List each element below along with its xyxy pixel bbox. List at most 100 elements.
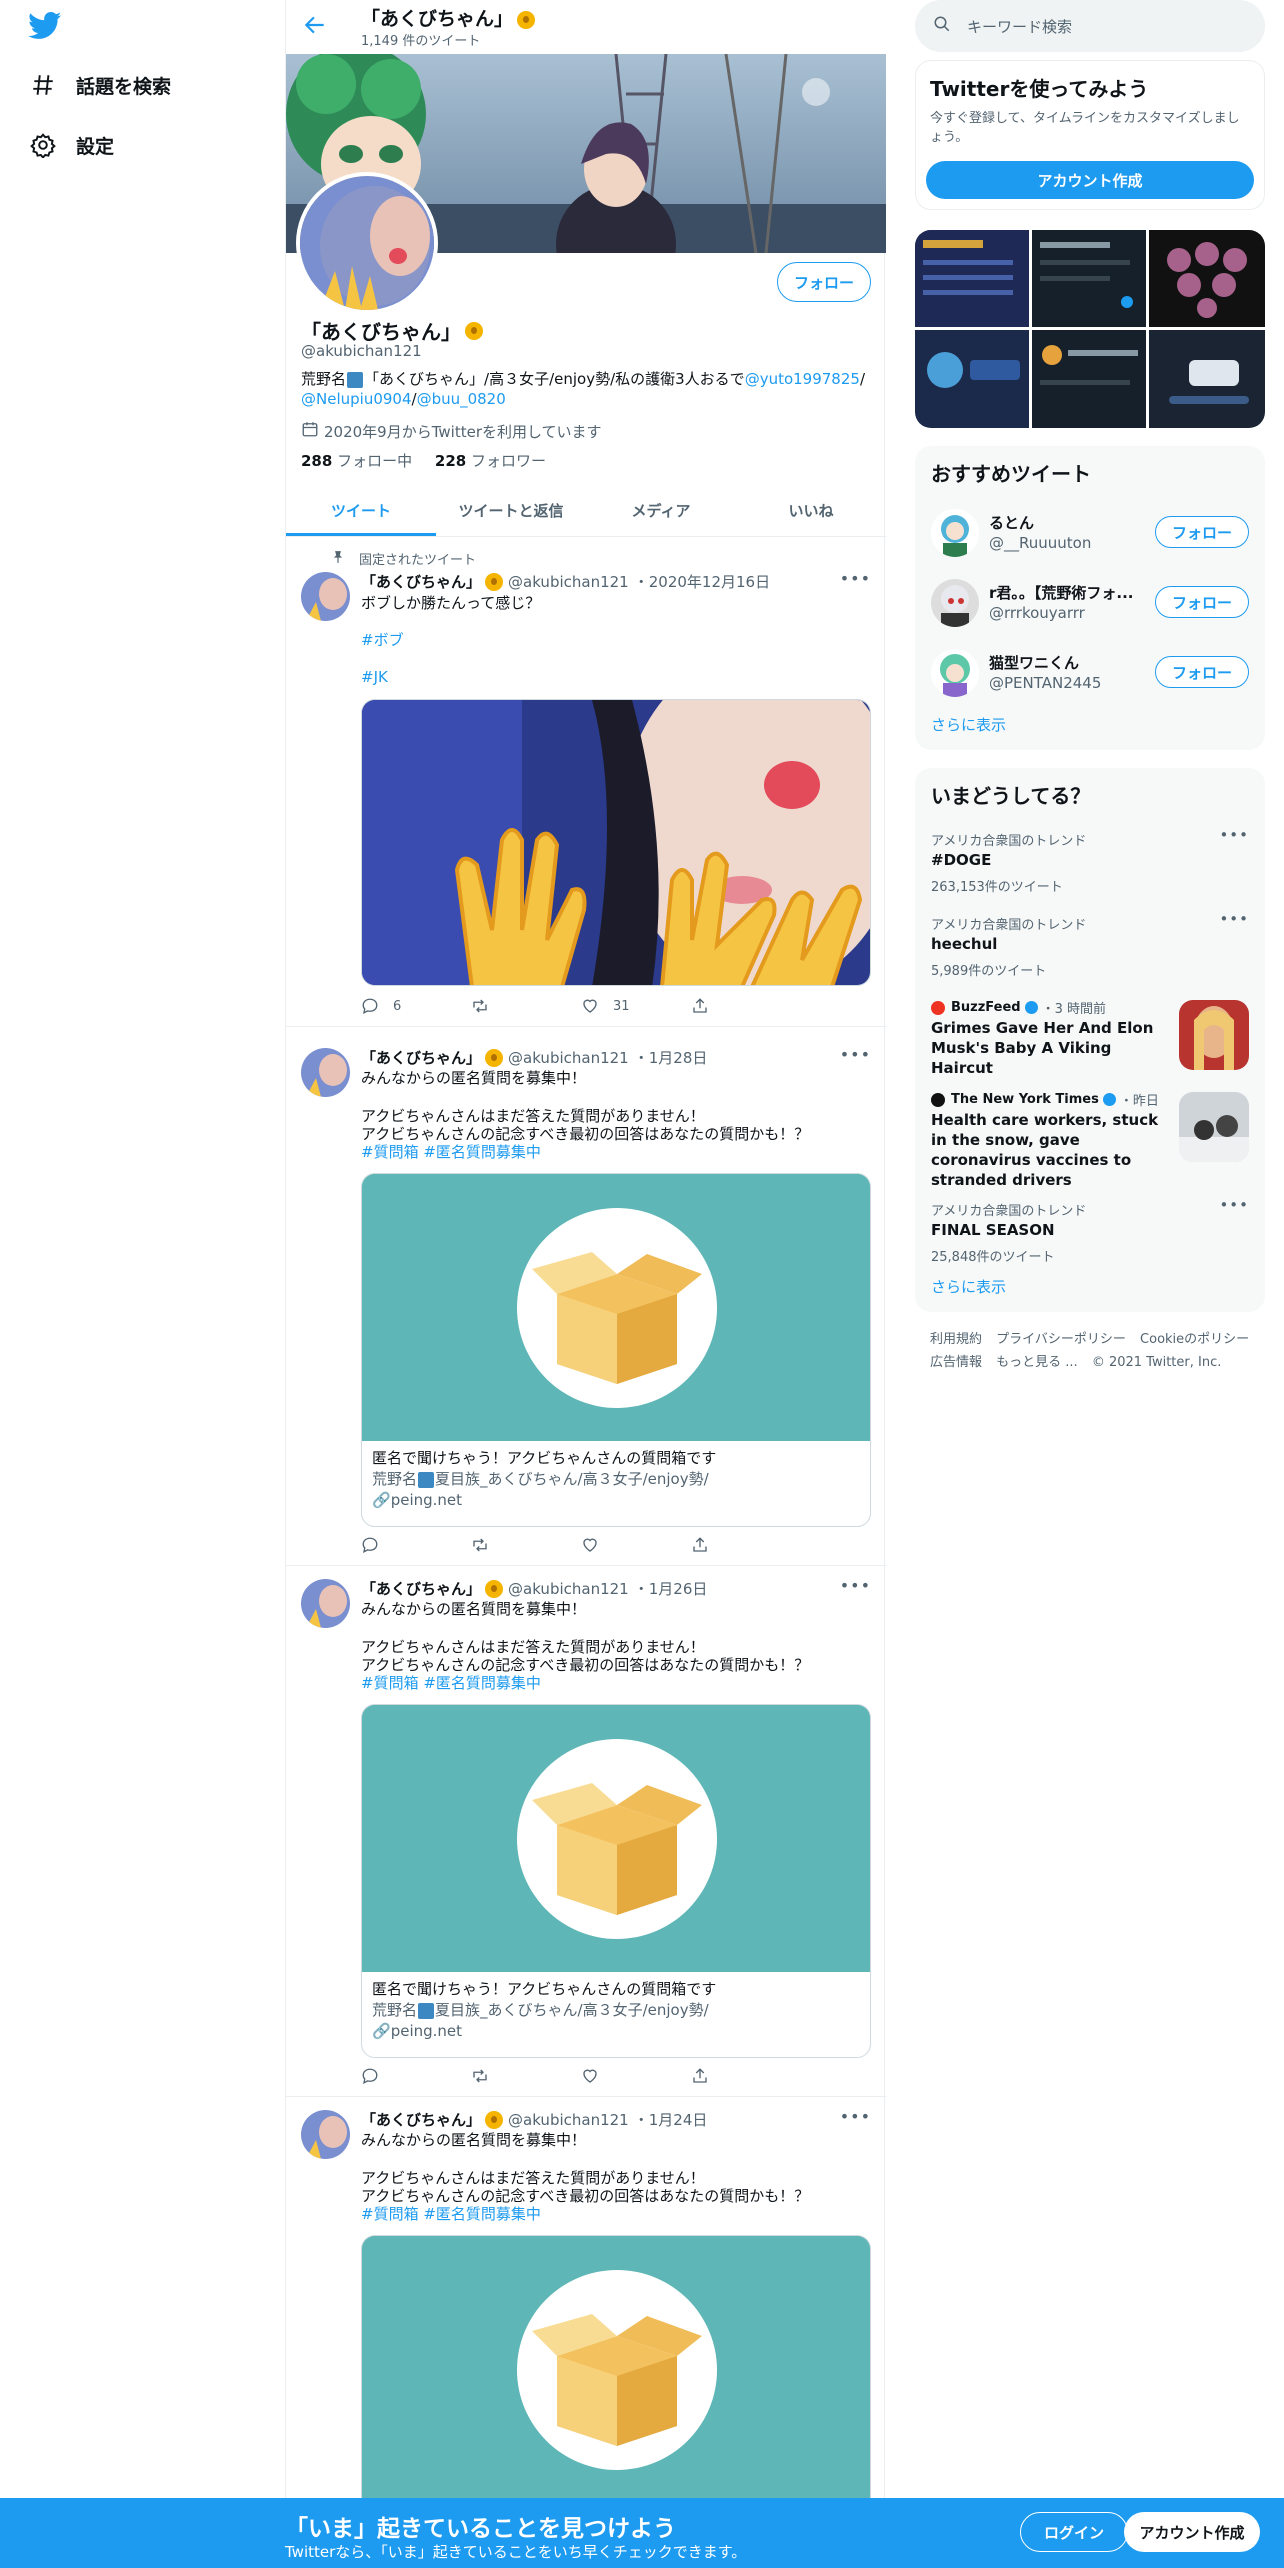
tweet-text: アクビちゃんさんの記念すべき最初の回答はあなたの質問かも！？	[361, 1656, 810, 1674]
link-icon: 🔗	[372, 1491, 391, 1509]
hashtag-link[interactable]: #JK	[361, 668, 871, 687]
suggestion-item[interactable]: 猫型ワニくん @PENTAN2445 フォロー	[915, 638, 1265, 708]
more-options-icon[interactable]: •••	[1219, 910, 1249, 928]
gear-icon	[28, 130, 58, 160]
tab-tweets-replies[interactable]: ツイートと返信	[436, 484, 586, 536]
reply-button[interactable]	[361, 2067, 461, 2085]
left-nav: 話題を検索 設定	[0, 0, 285, 2568]
profile-avatar[interactable]	[296, 172, 438, 314]
media-thumb[interactable]	[1149, 230, 1265, 327]
trend-item[interactable]: アメリカ合衆国のトレンド heechul 5,989件のツイート •••	[915, 904, 1265, 988]
tweet-avatar[interactable]	[301, 572, 350, 621]
follow-button[interactable]: フォロー	[1155, 656, 1249, 688]
nav-settings[interactable]: 設定	[28, 121, 114, 169]
retweet-button[interactable]	[471, 2067, 571, 2085]
footer-link[interactable]: Cookieのポリシー	[1140, 1328, 1249, 1351]
tweet-actions	[361, 2067, 791, 2085]
bio-mention-1[interactable]: @yuto1997825	[745, 370, 860, 388]
tweet-avatar[interactable]	[301, 2110, 350, 2159]
tweet-actions	[361, 1536, 791, 1554]
show-more-link[interactable]: さらに表示	[931, 1276, 1006, 1297]
tab-likes[interactable]: いいね	[736, 484, 886, 536]
link-card[interactable]: 匿名で聞けちゃう！アクビちゃんさんの質問箱です 荒野名 夏目族_あくびちゃん/高３…	[361, 1704, 871, 2058]
more-options-icon[interactable]: •••	[840, 1045, 871, 1064]
share-button[interactable]	[691, 997, 791, 1015]
tweet[interactable]: 「あくびちゃん」 @akubichan121 ・ 1月28日 ••• みんなからの匿…	[286, 1036, 886, 1566]
hand-emoji-icon	[485, 1579, 504, 1598]
link-card[interactable]: 匿名で聞けちゃう！アクビちゃんさんの質問箱です 荒野名 夏目族_あくびちゃん/高３…	[361, 1173, 871, 1527]
reply-button[interactable]: 6	[361, 997, 461, 1015]
more-options-icon[interactable]: •••	[1219, 1196, 1249, 1214]
hashtag-link[interactable]: #質問箱 #匿名質問募集中	[361, 2205, 871, 2224]
link-card[interactable]	[361, 2235, 871, 2535]
tweet-text: アクビちゃんさんの記念すべき最初の回答はあなたの質問かも！？	[361, 1125, 810, 1143]
search-box[interactable]: キーワード検索	[915, 0, 1265, 52]
bio-mention-3[interactable]: @buu_0820	[417, 390, 506, 408]
trend-item[interactable]: アメリカ合衆国のトレンド #DOGE 263,153件のツイート •••	[915, 820, 1265, 904]
login-button[interactable]: ログイン	[1020, 2512, 1128, 2552]
tweet-text: みんなからの匿名質問を募集中！	[361, 2131, 587, 2149]
media-thumb[interactable]	[1032, 230, 1146, 327]
more-options-icon[interactable]: •••	[840, 2107, 871, 2126]
trends-title: いまどうしてる？	[931, 784, 1091, 808]
retweet-button[interactable]	[471, 997, 571, 1015]
followers-stat[interactable]: 228 フォロワー	[435, 452, 546, 470]
tweet-avatar[interactable]	[301, 1579, 350, 1628]
like-button[interactable]	[581, 2067, 681, 2085]
trend-item[interactable]: アメリカ合衆国のトレンド FINAL SEASON 25,848件のツイート •…	[915, 1190, 1265, 1274]
hashtag-link[interactable]: #質問箱 #匿名質問募集中	[361, 1143, 871, 1162]
tweet-header: 「あくびちゃん」 @akubichan121 ・ 1月26日	[361, 1579, 708, 1598]
signup-button[interactable]: アカウント作成	[1124, 2512, 1260, 2552]
retweet-button[interactable]	[471, 1536, 571, 1554]
news-thumbnail	[1179, 1092, 1249, 1162]
bio-mention-2[interactable]: @Nelupiu0904	[301, 390, 412, 408]
tweet-actions: 6 31	[361, 997, 791, 1015]
profile-tabs: ツイート ツイートと返信 メディア いいね	[286, 484, 886, 537]
back-arrow-icon[interactable]	[302, 12, 330, 40]
media-thumb[interactable]	[1032, 330, 1146, 428]
suggestion-item[interactable]: るとん @__Ruuuuton フォロー	[915, 498, 1265, 568]
suggestion-item[interactable]: r君。。【荒野術フォ... @rrrkouyarrr フォロー	[915, 568, 1265, 638]
tab-tweets[interactable]: ツイート	[286, 484, 436, 536]
footer-link[interactable]: 広告情報	[930, 1351, 982, 1374]
follow-button[interactable]: フォロー	[1155, 516, 1249, 548]
card-description: 荒野名 夏目族_あくびちゃん/高３女子/enjoy勢/	[372, 2001, 709, 2019]
nyt-logo-icon	[931, 1092, 945, 1107]
hashtag-link[interactable]: #ボブ	[361, 631, 871, 650]
show-more-link[interactable]: さらに表示	[931, 714, 1006, 735]
tweet[interactable]: 「あくびちゃん」 @akubichan121 ・ 1月26日 ••• みんなからの匿…	[286, 1567, 886, 2097]
tweet[interactable]: 固定されたツイート 「あくびちゃん」 @akubichan121 ・ 2020年12…	[286, 537, 886, 1027]
footer-link[interactable]: プライバシーポリシー	[996, 1328, 1126, 1351]
signup-button[interactable]: アカウント作成	[926, 161, 1254, 199]
tweet-text: アクビちゃんさんはまだ答えた質問がありません！	[361, 1107, 705, 1125]
share-button[interactable]	[691, 2067, 791, 2085]
card-title: 匿名で聞けちゃう！アクビちゃんさんの質問箱です	[372, 1980, 717, 1998]
footer-link[interactable]: 利用規約	[930, 1328, 982, 1351]
media-thumb[interactable]	[915, 230, 1029, 327]
tweet[interactable]: 「あくびちゃん」 @akubichan121 ・ 1月24日 ••• みんなからの匿…	[286, 2098, 886, 2535]
like-button[interactable]	[581, 1536, 681, 1554]
more-options-icon[interactable]: •••	[1219, 826, 1249, 844]
news-item[interactable]: The New York Times ・昨日 Health care worker…	[915, 1080, 1265, 1190]
following-stat[interactable]: 288 フォロー中	[301, 452, 412, 470]
tweet-photo[interactable]	[361, 699, 871, 986]
tab-media[interactable]: メディア	[586, 484, 736, 536]
tweet-avatar[interactable]	[301, 1048, 350, 1097]
retweet-icon	[473, 999, 487, 1013]
media-thumb[interactable]	[915, 330, 1029, 428]
media-thumb[interactable]	[1149, 330, 1265, 428]
follow-button[interactable]: フォロー	[777, 262, 871, 302]
reply-button[interactable]	[361, 1536, 461, 1554]
hashtag-link[interactable]: #質問箱 #匿名質問募集中	[361, 1674, 871, 1693]
news-item[interactable]: BuzzFeed ・3 時間前 Grimes Gave Her And Elon …	[915, 988, 1265, 1080]
signup-title: Twitterを使ってみよう	[930, 77, 1149, 101]
more-options-icon[interactable]: •••	[840, 569, 871, 588]
twitter-logo-icon[interactable]	[28, 12, 64, 42]
like-button[interactable]: 31	[581, 997, 681, 1015]
share-button[interactable]	[691, 1536, 791, 1554]
footer-link[interactable]: もっと見る ...	[996, 1351, 1078, 1374]
follow-button[interactable]: フォロー	[1155, 586, 1249, 618]
profile-joined: 2020年9月からTwitterを利用しています	[301, 420, 602, 442]
more-options-icon[interactable]: •••	[840, 1576, 871, 1595]
nav-explore[interactable]: 話題を検索	[28, 61, 171, 109]
